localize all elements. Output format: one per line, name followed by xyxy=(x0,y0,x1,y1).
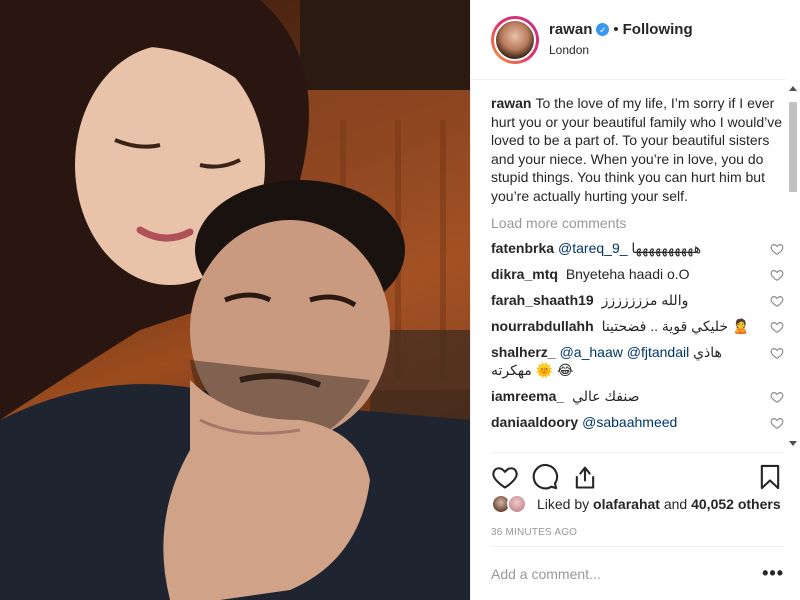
comment-username[interactable]: nourrabdullahh xyxy=(491,318,594,334)
comment-like-heart-icon[interactable] xyxy=(770,416,784,430)
comment-icon[interactable] xyxy=(531,463,559,491)
comment-like-heart-icon[interactable] xyxy=(770,268,784,282)
post-actions xyxy=(491,452,784,494)
likes-summary: Liked by olafarahat and 40,052 others xyxy=(491,494,784,514)
comment-row: dikra_mtq Bnyeteha haadi o.O xyxy=(491,261,784,287)
comment-rows: fatenbrka @tareq_9_ هههههههههها dikra_mtq … xyxy=(491,235,784,435)
comment-username[interactable]: fatenbrka xyxy=(491,240,554,256)
more-options-icon[interactable]: ••• xyxy=(762,563,784,584)
comment-like-heart-icon[interactable] xyxy=(770,390,784,404)
comment-row: daniaaldoory @sabaahmeed xyxy=(491,409,784,435)
comment-username[interactable]: farah_shaath19 xyxy=(491,292,594,308)
comment-row: shalherz_ @a_haaw @fjtandail هاذي مهكرته … xyxy=(491,339,784,383)
comments-list: rawan To the love of my life, I’m sorry i… xyxy=(491,80,784,452)
comment-like-heart-icon[interactable] xyxy=(770,294,784,308)
comment-text: صنفك عالي xyxy=(572,388,640,404)
caption-username[interactable]: rawan xyxy=(491,95,531,111)
likes-prefix: Liked by xyxy=(537,496,590,512)
verified-badge-icon: ✓ xyxy=(596,23,610,36)
comment-row: farah_shaath19 والله مززززززز xyxy=(491,287,784,313)
comment-body: dikra_mtq Bnyeteha haadi o.O xyxy=(491,265,770,283)
bookmark-icon[interactable] xyxy=(756,463,784,491)
add-comment-bar: ••• xyxy=(491,546,784,600)
post-photo-illustration xyxy=(0,0,470,600)
comment-text: Bnyeteha haadi o.O xyxy=(565,266,690,282)
author-avatar-image xyxy=(494,18,536,61)
comment-body: nourrabdullahh خليكي قوية .. فضحتينا 🙎 xyxy=(491,317,770,335)
comment-row: fatenbrka @tareq_9_ هههههههههها xyxy=(491,235,784,261)
comment-body: daniaaldoory @sabaahmeed xyxy=(491,413,770,431)
post-caption: rawan To the love of my life, I’m sorry i… xyxy=(491,94,784,205)
comment-username[interactable]: shalherz_ xyxy=(491,344,556,360)
add-comment-input[interactable] xyxy=(491,565,763,582)
comment-body: iamreema_ صنفك عالي xyxy=(491,387,770,405)
comment-like-heart-icon[interactable] xyxy=(770,346,784,360)
likes-others-count[interactable]: 40,052 others xyxy=(691,496,781,512)
post-sidebar: rawan ✓ • Following London rawan To the l… xyxy=(470,0,800,600)
author-avatar[interactable] xyxy=(491,15,539,64)
comments-scrollbar[interactable] xyxy=(786,80,800,452)
comment-text: والله مززززززز xyxy=(601,292,689,308)
post-timestamp[interactable]: 36 MINUTES AGO xyxy=(491,527,577,538)
following-button[interactable]: Following xyxy=(623,21,693,39)
comment-username[interactable]: iamreema_ xyxy=(491,388,564,404)
scroll-down-arrow-icon[interactable] xyxy=(789,441,797,446)
comment-username[interactable]: dikra_mtq xyxy=(491,266,558,282)
heart-icon[interactable] xyxy=(491,463,519,491)
liker-avatars[interactable] xyxy=(491,494,531,514)
caption-text: To the love of my life, I’m sorry if I e… xyxy=(491,95,783,204)
liker-avatar xyxy=(507,494,527,514)
liker-username[interactable]: olafarahat xyxy=(593,496,660,512)
comment-body: fatenbrka @tareq_9_ هههههههههها xyxy=(491,239,770,257)
comment-username[interactable]: daniaaldoory xyxy=(491,414,578,430)
comment-body: farah_shaath19 والله مززززززز xyxy=(491,291,770,309)
comment-like-heart-icon[interactable] xyxy=(770,242,784,256)
post-header: rawan ✓ • Following London xyxy=(471,0,786,80)
comment-text: خليكي قوية .. فضحتينا 🙎 xyxy=(601,318,750,334)
comment-row: iamreema_ صنفك عالي xyxy=(491,383,784,409)
share-icon[interactable] xyxy=(571,463,599,491)
likes-and: and xyxy=(663,496,688,512)
author-username[interactable]: rawan xyxy=(549,21,592,39)
comment-body: shalherz_ @a_haaw @fjtandail هاذي مهكرته … xyxy=(491,343,770,379)
comment-text: هههههههههها xyxy=(631,240,702,256)
separator-dot: • xyxy=(613,20,619,38)
post-location[interactable]: London xyxy=(549,41,693,59)
comment-like-heart-icon[interactable] xyxy=(770,320,784,334)
comment-mention[interactable]: @sabaahmeed xyxy=(582,414,677,430)
load-more-comments-button[interactable]: Load more comments xyxy=(491,215,784,231)
post-photo[interactable] xyxy=(0,0,470,600)
scroll-thumb[interactable] xyxy=(789,102,797,192)
scroll-up-arrow-icon[interactable] xyxy=(789,86,797,91)
comment-mention[interactable]: @tareq_9_ xyxy=(558,240,627,256)
comment-mention[interactable]: @a_haaw @fjtandail xyxy=(560,344,690,360)
comment-row: nourrabdullahh خليكي قوية .. فضحتينا 🙎 xyxy=(491,313,784,339)
